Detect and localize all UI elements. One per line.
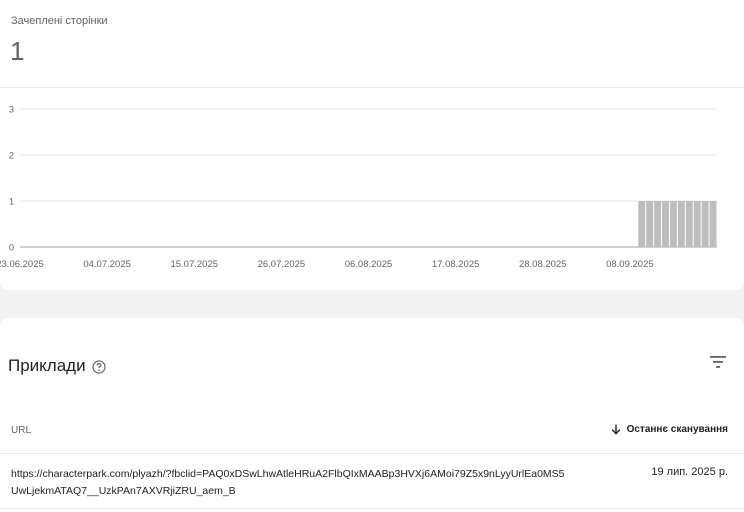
bar <box>693 201 701 247</box>
column-header-url[interactable]: URL <box>11 425 31 436</box>
x-tick-label: 28.08.2025 <box>519 259 567 270</box>
filter-icon[interactable] <box>709 355 727 369</box>
x-tick-label: 08.09.2025 <box>606 259 654 270</box>
affected-pages-label: Зачеплені сторінки <box>11 15 108 27</box>
divider <box>0 453 744 454</box>
example-date: 19 лип. 2025 р. <box>651 466 728 478</box>
sort-arrow-down-icon <box>611 424 620 435</box>
bar <box>662 201 669 247</box>
x-tick-label: 23.06.2025 <box>0 259 44 270</box>
divider <box>0 87 744 88</box>
x-tick-label: 26.07.2025 <box>258 259 306 270</box>
bar <box>654 201 662 247</box>
examples-title: Приклади <box>8 356 86 375</box>
chart-card: Зачеплені сторінки 1 0 1 2 3 23.06.2025 04.07… <box>0 0 744 290</box>
bar <box>701 201 709 247</box>
bar <box>677 201 685 247</box>
y-tick-label: 2 <box>9 151 14 161</box>
example-url[interactable]: https://characterpark.com/plyazh/?fbclid… <box>11 466 571 500</box>
bar <box>646 201 654 247</box>
x-tick-label: 15.07.2025 <box>170 259 218 270</box>
affected-pages-count: 1 <box>10 36 25 66</box>
x-tick-label: 06.08.2025 <box>345 259 393 270</box>
affected-pages-chart: 0 1 2 3 23.06.2025 04.07.2025 15.07.2025 26.07.… <box>0 105 717 270</box>
x-tick-label: 04.07.2025 <box>83 259 131 270</box>
column-header-last-scan[interactable]: Останнє сканування <box>611 424 728 435</box>
bar <box>638 201 646 247</box>
x-tick-label: 17.08.2025 <box>432 259 480 270</box>
bar <box>669 201 677 247</box>
y-tick-label: 1 <box>9 197 14 207</box>
last-scan-label: Останнє сканування <box>626 424 728 435</box>
bar <box>709 201 717 247</box>
y-tick-label: 3 <box>9 105 14 115</box>
y-tick-label: 0 <box>9 243 14 253</box>
bar <box>685 201 693 247</box>
divider <box>0 508 744 509</box>
help-icon[interactable] <box>92 360 106 374</box>
